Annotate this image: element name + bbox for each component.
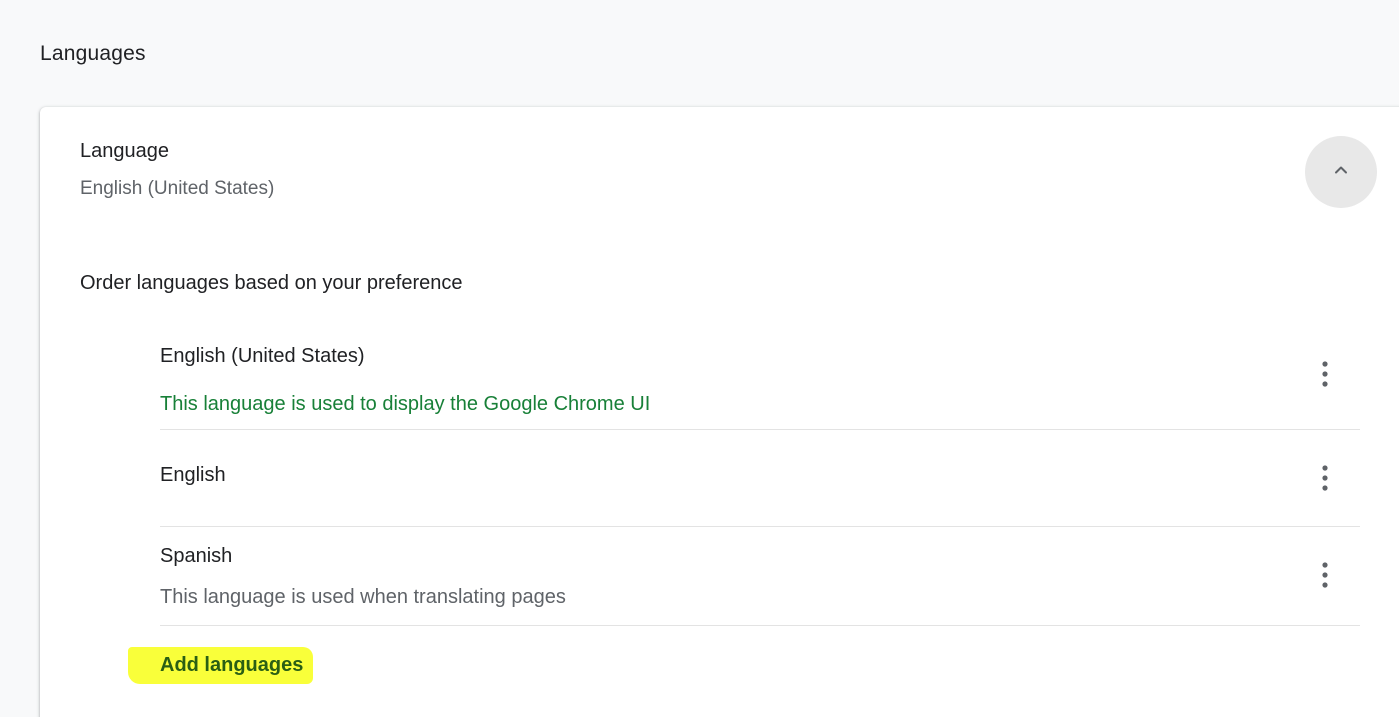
- chevron-up-icon: [1331, 160, 1351, 185]
- more-actions-button[interactable]: [1305, 557, 1345, 597]
- more-vert-icon: [1321, 360, 1329, 393]
- settings-page: Languages Language English (United State…: [0, 0, 1399, 717]
- language-title: Language: [80, 140, 169, 162]
- language-row: English: [160, 430, 1360, 527]
- more-actions-button[interactable]: [1305, 356, 1345, 396]
- collapse-button[interactable]: [1305, 136, 1377, 208]
- language-note: This language is used to display the Goo…: [160, 393, 651, 415]
- order-languages-label: Order languages based on your preference: [80, 272, 463, 294]
- language-name: Spanish: [160, 545, 233, 567]
- more-vert-icon: [1321, 561, 1329, 594]
- language-note: This language is used when translating p…: [160, 586, 566, 608]
- more-vert-icon: [1321, 464, 1329, 497]
- language-row: English (United States) This language is…: [160, 325, 1360, 430]
- current-language: English (United States): [80, 178, 275, 199]
- languages-card: Language English (United States) Order l…: [40, 107, 1399, 717]
- language-name: English: [160, 464, 226, 486]
- language-row: Spanish This language is used when trans…: [160, 527, 1360, 626]
- language-list: English (United States) This language is…: [160, 325, 1360, 626]
- section-title: Languages: [40, 42, 146, 65]
- add-languages-button[interactable]: Add languages: [128, 647, 314, 684]
- language-name: English (United States): [160, 345, 365, 367]
- more-actions-button[interactable]: [1305, 460, 1345, 500]
